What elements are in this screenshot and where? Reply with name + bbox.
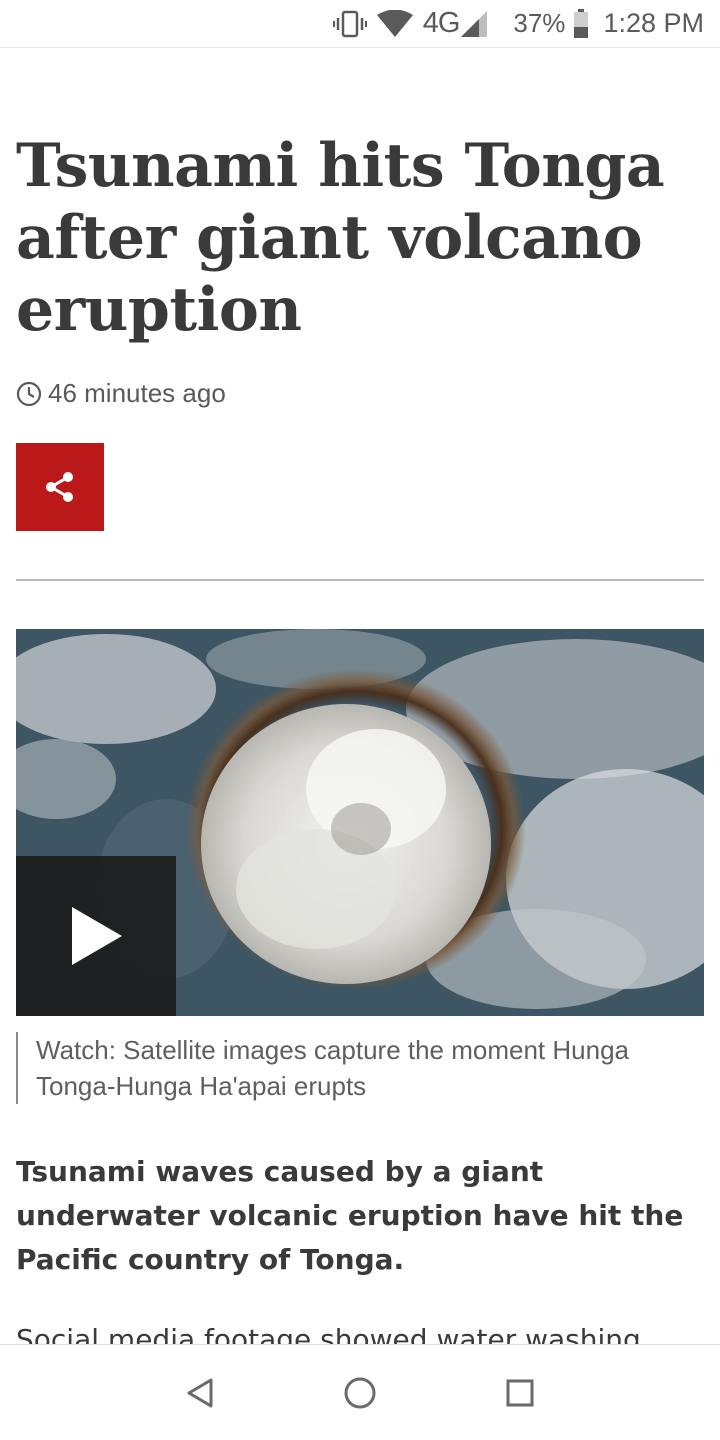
video-caption: Watch: Satellite images capture the mome… (16, 1032, 706, 1104)
timestamp: 46 minutes ago (16, 378, 226, 409)
article: Tsunami hits Tonga after giant volcano e… (0, 48, 720, 1344)
headline: Tsunami hits Tonga after giant volcano e… (16, 131, 665, 345)
signal-icon (461, 10, 488, 37)
status-bar: 4G 37% 1:28 PM (0, 0, 720, 48)
play-icon (72, 907, 122, 965)
recents-button[interactable] (490, 1363, 550, 1423)
article-paragraph: Social media footage showed water washin… (16, 1323, 641, 1344)
share-icon (46, 472, 73, 502)
home-button[interactable] (330, 1363, 390, 1423)
clock-icon (16, 381, 42, 406)
share-button[interactable] (16, 443, 104, 531)
back-icon (187, 1378, 213, 1407)
recents-icon (506, 1379, 534, 1406)
video-player[interactable] (16, 629, 704, 1016)
battery-percent: 37% (513, 8, 566, 38)
timestamp-text: 46 minutes ago (48, 378, 226, 408)
vibrate-icon (332, 9, 367, 39)
network-type: 4G (422, 7, 461, 39)
clock: 1:28 PM (603, 8, 704, 38)
article-intro: Tsunami waves caused by a giant underwat… (16, 1155, 684, 1276)
navigation-bar (0, 1344, 720, 1440)
wifi-icon (376, 9, 413, 38)
home-icon (344, 1377, 376, 1408)
battery-icon (573, 8, 589, 39)
divider (16, 579, 704, 581)
back-button[interactable] (170, 1363, 230, 1423)
play-button[interactable] (16, 856, 176, 1016)
